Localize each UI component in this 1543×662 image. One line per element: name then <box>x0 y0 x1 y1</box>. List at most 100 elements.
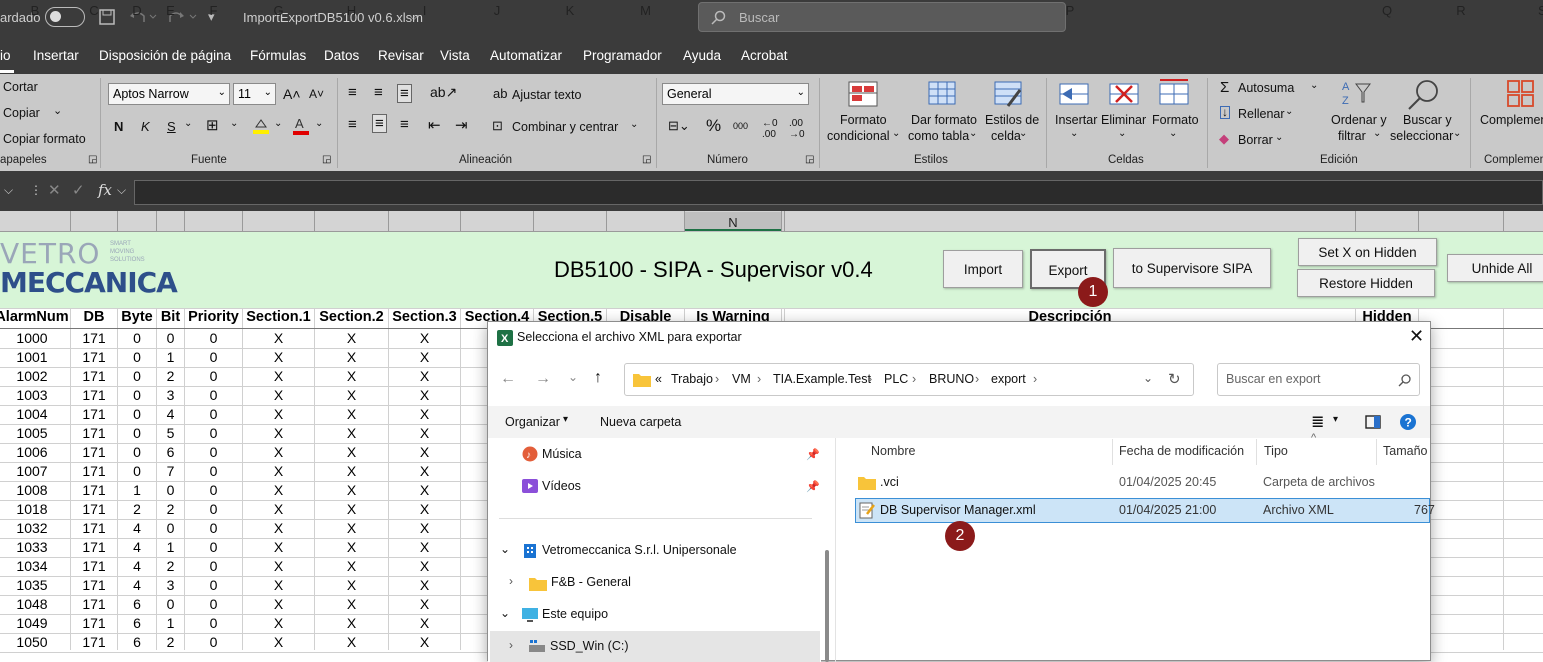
align-middle-icon[interactable]: ≡ <box>374 84 383 101</box>
table-cell[interactable]: X <box>243 615 314 631</box>
table-cell[interactable]: 0 <box>185 425 242 441</box>
nav-item-ssd[interactable]: SSD_Win (C:) <box>550 639 628 653</box>
autosum-icon[interactable]: Σ <box>1220 79 1229 96</box>
table-cell[interactable]: 0 <box>185 368 242 384</box>
table-cell[interactable]: X <box>315 539 388 555</box>
new-folder-button[interactable]: Nueva carpeta <box>600 415 681 429</box>
chevron-down-icon[interactable]: ▾ <box>563 414 568 425</box>
table-cell[interactable]: 0 <box>118 387 156 403</box>
table-cell[interactable]: 0 <box>185 615 242 631</box>
table-cell[interactable]: 1 <box>157 539 184 555</box>
breadcrumb-overflow[interactable]: « <box>655 372 662 386</box>
table-cell[interactable]: 171 <box>71 406 117 422</box>
header-section2[interactable]: Section.2 <box>315 309 388 325</box>
column-header[interactable]: P <box>785 3 1355 18</box>
column-header[interactable]: J <box>461 3 533 18</box>
dialog-launcher-icon[interactable]: ◲ <box>322 154 331 165</box>
font-size-select[interactable]: 11 ⌄ <box>233 83 276 105</box>
table-cell[interactable]: 171 <box>71 463 117 479</box>
column-header[interactable]: I <box>389 3 460 18</box>
table-cell[interactable]: X <box>315 634 388 650</box>
chevron-down-icon[interactable]: ⌄ <box>1070 128 1078 139</box>
column-header[interactable]: C <box>71 3 117 18</box>
table-cell[interactable]: X <box>315 615 388 631</box>
table-cell[interactable]: X <box>315 596 388 612</box>
table-cell[interactable]: X <box>389 330 460 346</box>
table-cell[interactable]: X <box>389 539 460 555</box>
cancel-entry-icon[interactable]: ✕ <box>48 181 61 199</box>
table-cell[interactable]: 0 <box>118 444 156 460</box>
table-cell[interactable]: X <box>315 330 388 346</box>
table-cell[interactable]: 6 <box>157 444 184 460</box>
chevron-down-icon[interactable]: ⌄ <box>184 118 192 129</box>
column-header[interactable]: K <box>534 3 606 18</box>
chevron-down-icon[interactable]: ⌄ <box>1373 128 1381 139</box>
tab-view[interactable]: Vista <box>440 48 470 63</box>
table-cell[interactable]: X <box>315 444 388 460</box>
align-center-icon[interactable]: ≡ <box>372 114 387 133</box>
merge-center-button[interactable]: Combinar y centrar <box>512 120 618 134</box>
table-cell[interactable]: X <box>389 482 460 498</box>
table-cell[interactable]: 5 <box>157 425 184 441</box>
column-name[interactable]: Nombre <box>871 444 915 458</box>
table-cell[interactable]: 171 <box>71 482 117 498</box>
addins-button[interactable]: Complemen <box>1480 113 1543 127</box>
tab-insert[interactable]: Insertar <box>33 48 79 63</box>
tab-developer[interactable]: Programador <box>583 48 662 63</box>
nav-item-this-pc[interactable]: Este equipo <box>542 607 608 621</box>
chevron-down-icon[interactable]: ⌄ <box>53 104 62 117</box>
cut-button[interactable]: Cortar <box>3 80 38 94</box>
pin-icon[interactable]: 📌 <box>806 480 820 493</box>
table-cell[interactable]: X <box>315 349 388 365</box>
conditional-format-icon[interactable] <box>848 80 878 108</box>
table-cell[interactable]: X <box>389 520 460 536</box>
sort-filter-label2[interactable]: filtrar <box>1338 129 1366 143</box>
number-format-select[interactable]: General ⌄ <box>662 83 809 105</box>
table-cell[interactable]: 171 <box>71 539 117 555</box>
fill-button[interactable]: Rellenar <box>1238 107 1285 121</box>
table-cell[interactable]: X <box>389 501 460 517</box>
folder-search-input[interactable]: Buscar en export <box>1217 363 1420 396</box>
header-alarmnum[interactable]: AlarmNum <box>0 309 70 325</box>
table-cell[interactable]: 4 <box>118 558 156 574</box>
table-cell[interactable]: 1033 <box>0 539 70 555</box>
table-cell[interactable]: X <box>243 482 314 498</box>
table-cell[interactable]: 1004 <box>0 406 70 422</box>
breadcrumb-item[interactable]: TIA.Example.Test <box>773 372 871 386</box>
chevron-down-icon[interactable]: ⌄ <box>1169 128 1177 139</box>
header-db[interactable]: DB <box>71 309 117 325</box>
forward-arrow-icon[interactable]: → <box>535 370 551 388</box>
column-header[interactable]: F <box>185 3 242 18</box>
back-arrow-icon[interactable]: ← <box>500 370 516 388</box>
table-cell[interactable]: 6 <box>118 596 156 612</box>
table-cell[interactable]: 4 <box>118 520 156 536</box>
cell-styles-label2[interactable]: celda <box>991 129 1021 143</box>
table-cell[interactable]: X <box>315 482 388 498</box>
preview-pane-icon[interactable] <box>1365 415 1381 429</box>
table-cell[interactable]: 0 <box>157 596 184 612</box>
table-cell[interactable]: 1008 <box>0 482 70 498</box>
pin-icon[interactable]: 📌 <box>806 448 820 461</box>
table-cell[interactable]: 6 <box>118 634 156 650</box>
column-header[interactable]: G <box>243 3 314 18</box>
expand-chevron-icon[interactable]: ⌄ <box>500 542 510 556</box>
table-cell[interactable]: X <box>389 463 460 479</box>
name-box-dropdown-icon[interactable]: ⌵ <box>4 183 13 198</box>
table-cell[interactable]: 0 <box>185 463 242 479</box>
table-cell[interactable]: 0 <box>185 349 242 365</box>
table-cell[interactable]: 0 <box>118 463 156 479</box>
column-header[interactable]: H <box>315 3 388 18</box>
table-cell[interactable]: 0 <box>185 558 242 574</box>
table-cell[interactable]: X <box>315 425 388 441</box>
table-cell[interactable]: X <box>243 577 314 593</box>
pane-divider[interactable] <box>835 438 836 662</box>
chevron-down-icon[interactable]: ⌄ <box>1285 106 1293 117</box>
fill-color-icon[interactable] <box>252 117 270 135</box>
format-painter-button[interactable]: Copiar formato <box>3 132 86 146</box>
chevron-down-icon[interactable]: ▾ <box>1333 414 1338 425</box>
table-cell[interactable]: 1048 <box>0 596 70 612</box>
comma-style-icon[interactable]: 000 <box>733 121 748 131</box>
format-as-table-label1[interactable]: Dar formato <box>911 113 977 127</box>
help-icon[interactable]: ? <box>1399 413 1417 431</box>
table-cell[interactable]: X <box>315 520 388 536</box>
